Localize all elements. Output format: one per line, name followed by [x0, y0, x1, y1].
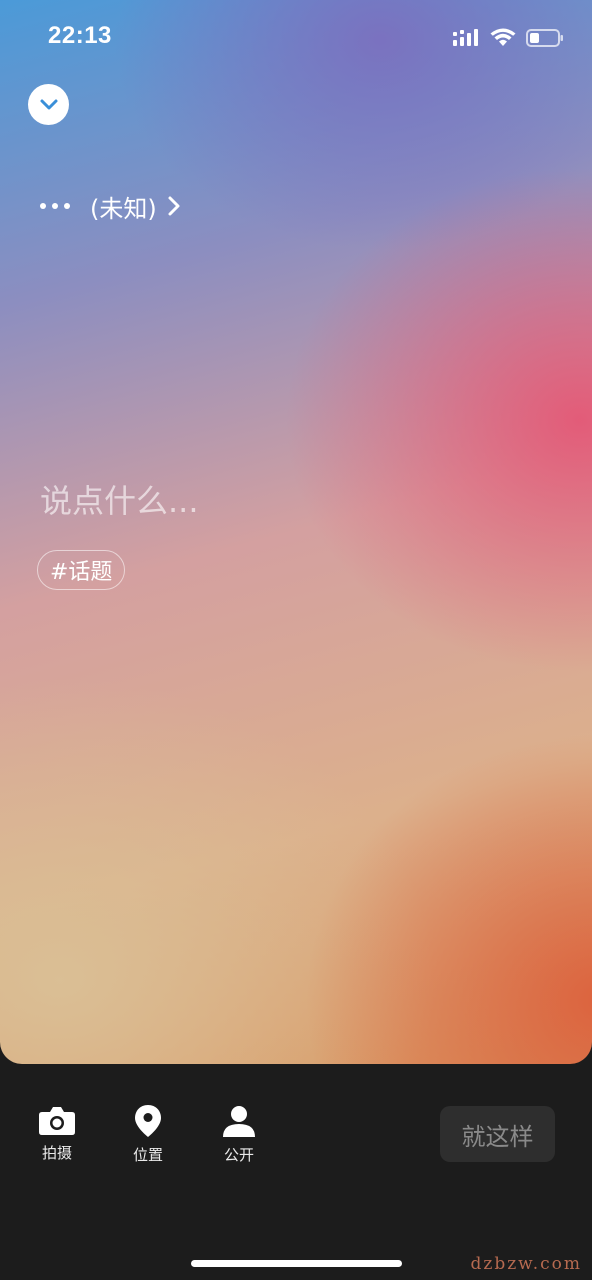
- composer-text-input[interactable]: 说点什么...: [40, 476, 199, 522]
- audience-label: (未知): [90, 194, 157, 223]
- status-bar: 22:13: [0, 0, 592, 76]
- chevron-down-icon: [40, 99, 57, 109]
- location-label: 位置: [132, 1146, 163, 1164]
- status-icons: [452, 26, 564, 50]
- audience-selector[interactable]: (未知): [40, 186, 181, 226]
- camera-icon: [39, 1107, 75, 1135]
- chevron-right-icon: [167, 195, 181, 217]
- battery-icon: [526, 29, 563, 47]
- home-indicator[interactable]: [191, 1260, 402, 1267]
- person-icon: [223, 1106, 255, 1137]
- topic-chip[interactable]: #话题: [37, 550, 126, 590]
- visibility-button[interactable]: 公开: [209, 1104, 269, 1165]
- gradient-canvas: 22:13 (未知) 说点什么... #话题: [0, 0, 592, 1064]
- collapse-button[interactable]: [28, 84, 69, 125]
- camera-label: 拍摄: [41, 1144, 72, 1162]
- wifi-icon: [490, 28, 516, 46]
- watermark: dzbzw.com: [470, 1254, 582, 1274]
- status-time: 22:13: [48, 22, 112, 49]
- location-button[interactable]: 位置: [118, 1104, 178, 1165]
- more-dots-icon: [40, 203, 70, 209]
- location-pin-icon: [135, 1105, 161, 1137]
- cellular-signal-icon: [453, 29, 478, 46]
- visibility-label: 公开: [223, 1146, 254, 1164]
- submit-button[interactable]: 就这样: [440, 1106, 555, 1162]
- camera-button[interactable]: 拍摄: [27, 1104, 87, 1163]
